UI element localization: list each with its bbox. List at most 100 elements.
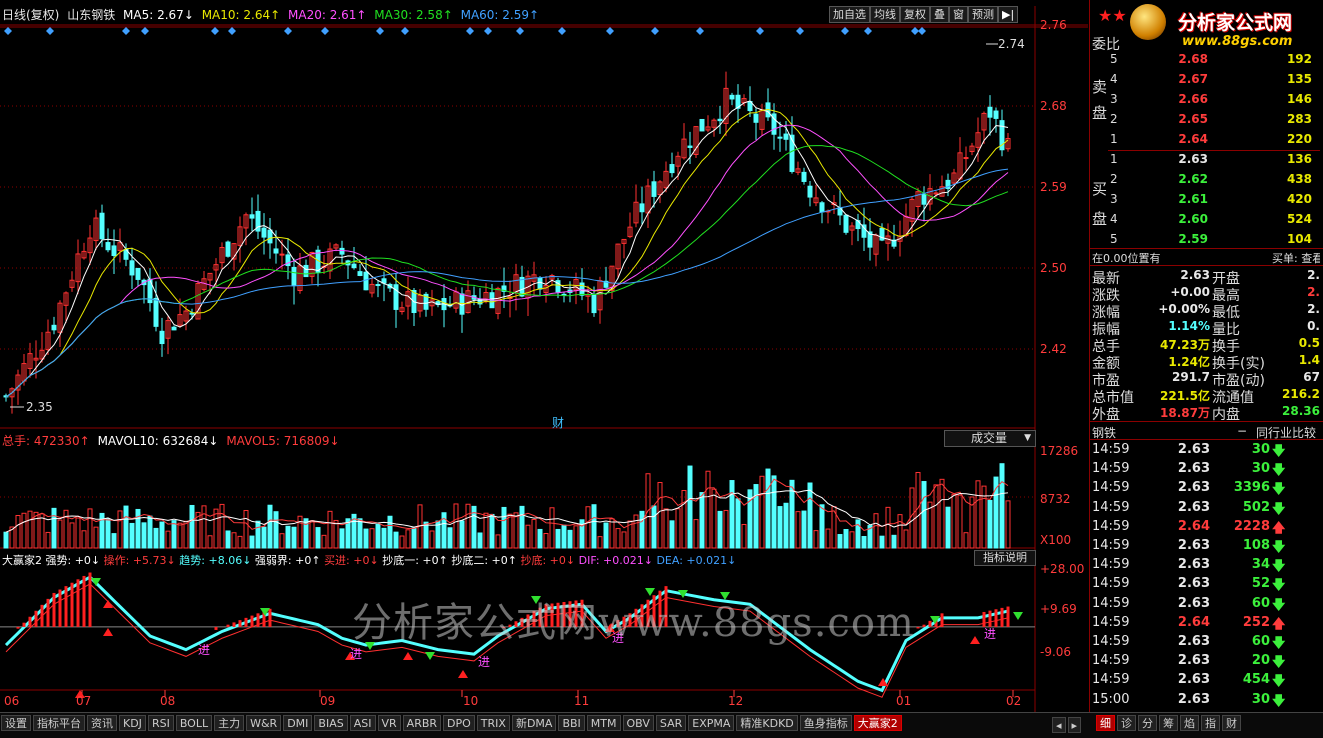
tick-volume: 30 (1251, 691, 1270, 707)
tab-dmi[interactable]: DMI (283, 715, 313, 731)
volume-dropdown-label: 成交量 (971, 431, 1008, 445)
tab-rsi[interactable]: RSI (147, 715, 174, 731)
buy-level-num: 2 (1110, 172, 1118, 186)
volume-bar (759, 475, 765, 549)
candle-body (591, 294, 597, 314)
tick-time: 14:59 (1092, 461, 1130, 477)
event-diamond (484, 27, 492, 35)
tab-鱼身指标[interactable]: 鱼身指标 (799, 715, 852, 731)
candle-body (963, 157, 969, 160)
tab-vr[interactable]: VR (377, 715, 401, 731)
tab-expma[interactable]: EXPMA (688, 715, 735, 731)
quote-value: 28.36 (1282, 404, 1320, 418)
tab-dpo[interactable]: DPO (443, 715, 475, 731)
indicator-axis-label: -9.06 (1040, 645, 1072, 659)
volume-bar (273, 511, 279, 549)
tab-trix[interactable]: TRIX (476, 715, 510, 731)
volume-bar (123, 505, 129, 549)
volume-bar (843, 529, 849, 549)
quote-value: 216.2 (1282, 387, 1320, 401)
tick-price: 2.63 (1177, 480, 1210, 496)
tick-header-collapse[interactable]: − (1237, 424, 1247, 438)
volume-bar (153, 527, 159, 549)
tab-w&r[interactable]: W&R (246, 715, 282, 731)
quote-value: 2.63 (1180, 268, 1210, 282)
volume-bar (555, 528, 561, 549)
volume-bar (825, 528, 831, 549)
volume-bar (369, 528, 375, 549)
tab-资讯[interactable]: 资讯 (87, 715, 117, 731)
tick-time: 14:59 (1092, 499, 1130, 515)
indicator-tabs: 设置 指标平台 资讯 KDJ RSI BOLL 主力 W&R DMI BIAS ASI VR ARBR D… (1, 713, 904, 731)
candle-body (777, 136, 783, 139)
x-axis-label: 08 (160, 694, 176, 708)
volume-bar (675, 508, 681, 549)
right-tab[interactable]: 细 (1096, 715, 1115, 731)
volume-dropdown[interactable]: 成交量 ▼ (944, 430, 1036, 447)
tab-boll[interactable]: BOLL (175, 715, 213, 731)
volume-bar (111, 533, 117, 549)
jin-label: 进 (350, 647, 362, 661)
buy-level-num: 3 (1110, 192, 1118, 206)
tab-大赢家2[interactable]: 大赢家2 (853, 715, 902, 731)
right-tab[interactable]: 指 (1201, 715, 1220, 731)
buy-level-num: 1 (1110, 152, 1118, 166)
volume-bar (819, 504, 825, 549)
volume-bar (921, 481, 927, 549)
volume-ma5-line (5, 478, 1009, 533)
volume-bar (375, 523, 381, 549)
volume-bar (429, 530, 435, 549)
finance-marker[interactable]: 财 (552, 414, 564, 431)
volume-bar (321, 534, 327, 549)
volume-bar (567, 529, 573, 549)
tick-time: 14:59 (1092, 518, 1130, 534)
sell-level-price: 2.65 (1178, 112, 1208, 126)
right-tab[interactable]: 诊 (1117, 715, 1136, 731)
candle-body (729, 94, 735, 100)
mavol10-value: MAVOL10: 632684↓ (97, 434, 219, 448)
scroll-right-icon[interactable]: ▸ (1067, 717, 1082, 733)
sell-level-num: 1 (1110, 132, 1118, 146)
tab-bbi[interactable]: BBI (558, 715, 585, 731)
jin-label: 进 (198, 643, 210, 657)
scroll-left-icon[interactable]: ◂ (1052, 717, 1066, 733)
event-diamond (651, 27, 659, 35)
volume-bar (795, 511, 801, 549)
indicator-explain-button[interactable]: 指标说明 (974, 550, 1036, 566)
volume-bar (465, 503, 471, 549)
tab-asi[interactable]: ASI (349, 715, 376, 731)
volume-bar (327, 510, 333, 549)
volume-bar (201, 505, 207, 549)
tick-volume: 30 (1251, 442, 1270, 457)
volume-bar (531, 519, 537, 549)
arrow-down-icon: 🡇 (1272, 693, 1286, 709)
volume-bar (129, 522, 135, 549)
cz-value: 操作: +5.73↓ (103, 554, 176, 567)
tab-新dma[interactable]: 新DMA (511, 715, 557, 731)
tab-mtm[interactable]: MTM (586, 715, 621, 731)
volume-bar (105, 518, 111, 549)
volume-bar (267, 504, 273, 549)
right-tab[interactable]: 分 (1138, 715, 1157, 731)
tab-精准kdkd[interactable]: 精准KDKD (736, 715, 798, 731)
right-tab[interactable]: 焰 (1180, 715, 1199, 731)
volume-bar (213, 508, 219, 549)
tick-price: 2.63 (1177, 442, 1210, 457)
tab-主力[interactable]: 主力 (214, 715, 245, 731)
indicator-axis-label: +9.69 (1040, 602, 1077, 616)
tab-sar[interactable]: SAR (655, 715, 687, 731)
tab-指标平台[interactable]: 指标平台 (33, 715, 85, 731)
buy-level-volume: 136 (1286, 152, 1312, 166)
tab-设置[interactable]: 设置 (1, 715, 31, 731)
volume-bar (651, 505, 657, 549)
tab-bias[interactable]: BIAS (314, 715, 348, 731)
tab-arbr[interactable]: ARBR (402, 715, 442, 731)
right-tab[interactable]: 筹 (1159, 715, 1178, 731)
tab-kdj[interactable]: KDJ (119, 715, 146, 731)
buy-order-link[interactable]: 买单: 查看详 (1272, 250, 1320, 266)
right-tab[interactable]: 财 (1222, 715, 1241, 731)
tab-obv[interactable]: OBV (622, 715, 654, 731)
volume-bar (543, 533, 549, 549)
quote-value: 47.23万 (1160, 338, 1210, 352)
tick-volume: 502 (1242, 499, 1270, 515)
